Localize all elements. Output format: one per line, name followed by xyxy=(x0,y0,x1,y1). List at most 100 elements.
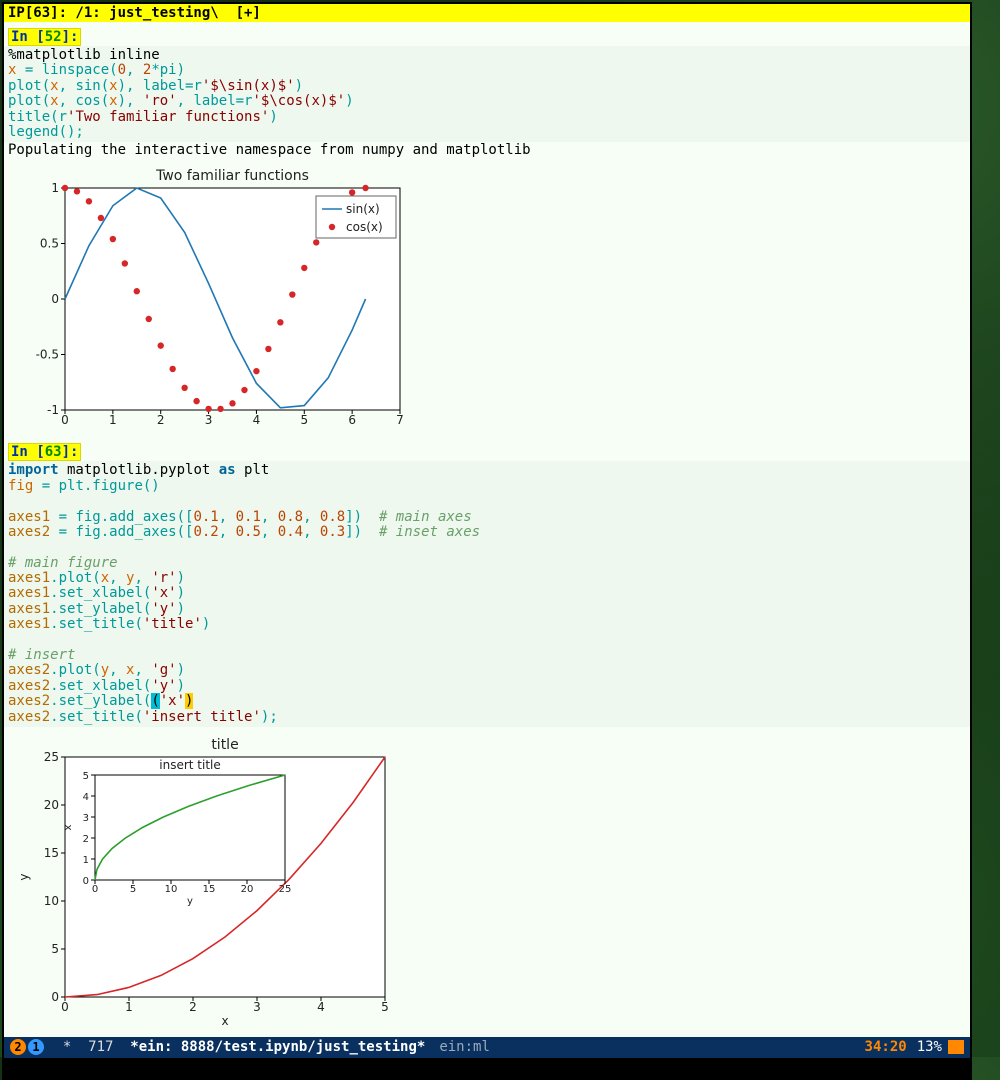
t: ]) xyxy=(345,524,379,540)
t: x xyxy=(50,93,58,109)
t: '$\cos(x)$' xyxy=(252,93,345,109)
t: .plot( xyxy=(50,570,101,586)
cell1-stdout: Populating the interactive namespace fro… xyxy=(4,142,970,158)
svg-text:1: 1 xyxy=(51,181,59,195)
t: title(r xyxy=(8,109,67,125)
t: .plot( xyxy=(50,662,101,678)
svg-text:3: 3 xyxy=(83,813,89,824)
t: ) xyxy=(177,662,185,678)
t: ) xyxy=(202,616,210,632)
svg-text:15: 15 xyxy=(44,846,59,860)
mode-line[interactable]: 2 1 * 717 *ein: 8888/test.ipynb/just_tes… xyxy=(4,1037,970,1058)
t: 0.8 xyxy=(278,509,303,525)
t: axes1 xyxy=(8,585,50,601)
cell1-figure: Two familiar functions01234567-1-0.500.5… xyxy=(4,158,970,439)
t: In [ xyxy=(11,444,45,460)
modeline-left: * 717 xyxy=(46,1039,130,1055)
t: ]: xyxy=(62,444,79,460)
svg-text:20: 20 xyxy=(44,798,59,812)
svg-text:0: 0 xyxy=(61,413,69,427)
t: .set_ylabel( xyxy=(50,601,151,617)
t: = fig.add_axes([ xyxy=(50,509,193,525)
t: ), label=r xyxy=(118,78,202,94)
t: *pi) xyxy=(151,62,185,78)
t: 'y' xyxy=(151,601,176,617)
t: x xyxy=(101,570,109,586)
t: = plt.figure() xyxy=(33,478,159,494)
workspace-badge-1[interactable]: 2 xyxy=(10,1039,26,1055)
cell1-code[interactable]: %matplotlib inline x = linspace(0, 2*pi)… xyxy=(4,46,970,142)
t: axes1 xyxy=(8,509,50,525)
svg-text:1: 1 xyxy=(83,855,89,866)
svg-text:5: 5 xyxy=(83,771,89,782)
t: # inset axes xyxy=(379,524,480,540)
t: .set_xlabel( xyxy=(50,585,151,601)
buffer-content[interactable]: In [ 5 2]: %matplotlib inline x = linspace… xyxy=(4,22,970,1037)
t: ) xyxy=(269,109,277,125)
svg-text:0: 0 xyxy=(92,884,98,895)
t: '$\sin(x)$' xyxy=(202,78,295,94)
cell2-code[interactable]: import matplotlib.pyplot as plt fig = pl… xyxy=(4,461,970,727)
svg-text:3: 3 xyxy=(253,1000,261,1014)
t: , xyxy=(219,509,236,525)
svg-text:15: 15 xyxy=(203,884,216,895)
t: # main figure xyxy=(8,555,118,571)
cell1-prompt-right: ]: xyxy=(62,29,79,45)
t: , label=r xyxy=(177,93,253,109)
t: , xyxy=(303,524,320,540)
svg-text:x: x xyxy=(63,824,74,830)
t: axes2 xyxy=(8,524,50,540)
t: 'ro' xyxy=(143,93,177,109)
svg-text:y: y xyxy=(187,896,193,907)
svg-text:5: 5 xyxy=(51,942,59,956)
svg-text:20: 20 xyxy=(241,884,254,895)
svg-text:2: 2 xyxy=(83,834,89,845)
t: 0.8 xyxy=(320,509,345,525)
tab-bar[interactable]: IP[63]: /1: just_testing\ [+] xyxy=(4,4,970,22)
t: 0 xyxy=(118,62,126,78)
t: plot( xyxy=(8,93,50,109)
t: .set_title( xyxy=(50,616,143,632)
t: x xyxy=(109,78,117,94)
t: 0.4 xyxy=(278,524,303,540)
t: , xyxy=(261,524,278,540)
svg-text:4: 4 xyxy=(83,792,89,803)
t: x xyxy=(109,93,117,109)
t: # insert xyxy=(8,647,75,663)
t: axes2 xyxy=(8,678,50,694)
t: 0.1 xyxy=(193,509,218,525)
svg-text:y: y xyxy=(17,873,31,880)
t: matplotlib.pyplot xyxy=(59,462,219,478)
echo-area[interactable] xyxy=(2,1060,972,1080)
svg-text:title: title xyxy=(211,737,238,753)
t: 'y' xyxy=(151,678,176,694)
svg-text:5: 5 xyxy=(381,1000,389,1014)
svg-text:-0.5: -0.5 xyxy=(36,348,59,362)
t: ); xyxy=(261,709,278,725)
t: , xyxy=(219,524,236,540)
t: , sin( xyxy=(59,78,110,94)
t: ) xyxy=(177,585,185,601)
svg-text:sin(x): sin(x) xyxy=(346,202,380,216)
t: 0.1 xyxy=(236,509,261,525)
t: 'r' xyxy=(151,570,176,586)
t: = linspace( xyxy=(16,62,117,78)
svg-text:Two familiar functions: Two familiar functions xyxy=(155,168,309,184)
t: 63 xyxy=(45,444,62,460)
t: 'Two familiar functions' xyxy=(67,109,269,125)
svg-text:0.5: 0.5 xyxy=(40,237,59,251)
t: 0.5 xyxy=(236,524,261,540)
t: , xyxy=(109,570,126,586)
svg-text:5: 5 xyxy=(130,884,136,895)
svg-text:2: 2 xyxy=(189,1000,197,1014)
cell1-prompt-left: In [ xyxy=(11,29,45,45)
t: 'insert title' xyxy=(143,709,261,725)
buffer-name[interactable]: *ein: 8888/test.ipynb/just_testing* xyxy=(130,1039,425,1055)
t: , xyxy=(303,509,320,525)
t: 0.3 xyxy=(320,524,345,540)
workspace-badge-2[interactable]: 1 xyxy=(28,1039,44,1055)
t: , xyxy=(126,62,143,78)
t: , xyxy=(134,662,151,678)
t: 0.2 xyxy=(193,524,218,540)
svg-text:insert title: insert title xyxy=(159,758,221,772)
